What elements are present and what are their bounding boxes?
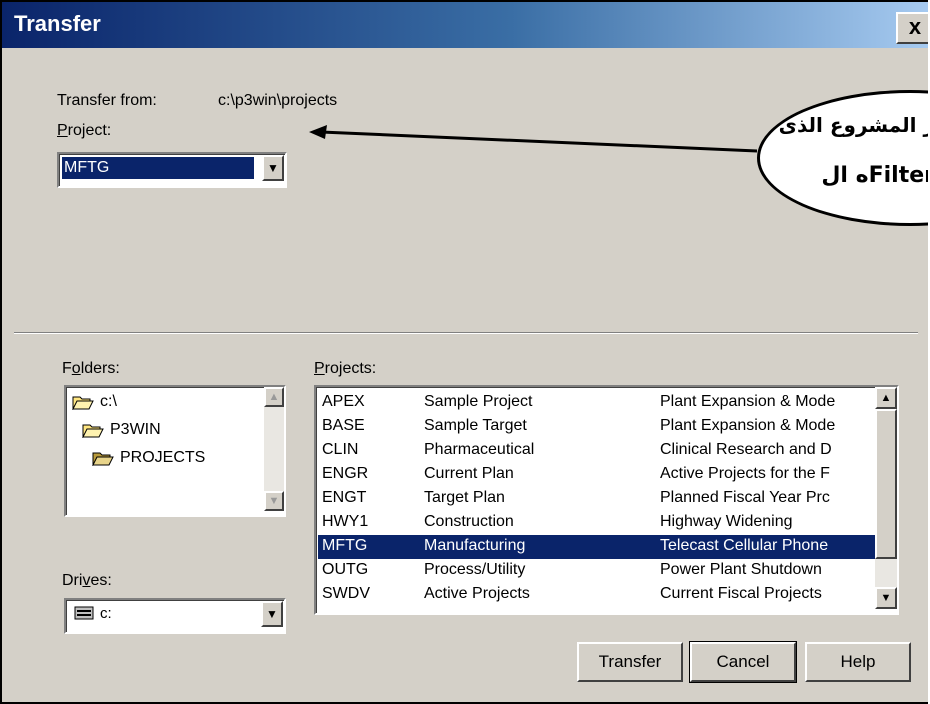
project-label: Project: — [57, 122, 112, 139]
project-row[interactable]: ENGR Current Plan Active Projects for the … — [318, 463, 878, 487]
chevron-up-icon: ▲ — [880, 392, 892, 404]
project-desc: Planned Fiscal Year Prc — [660, 489, 830, 506]
dialog-title: Transfer — [14, 11, 101, 36]
project-selected-value: MFTG — [62, 157, 254, 179]
folder-item[interactable]: P3WIN — [82, 421, 161, 439]
project-code: BASE — [322, 417, 365, 434]
project-code: APEX — [322, 393, 365, 410]
project-row[interactable]: HWY1 Construction Highway Widening — [318, 511, 878, 535]
scroll-up-button[interactable]: ▲ — [875, 387, 897, 409]
chevron-down-icon: ▼ — [268, 495, 280, 507]
project-code: SWDV — [322, 585, 370, 602]
separator — [14, 332, 918, 334]
help-button[interactable]: Help — [805, 642, 911, 682]
annotation-callout: ر المشروع الذى ه الFilter — [757, 90, 928, 226]
project-name: Current Plan — [424, 465, 514, 482]
project-code: ENGR — [322, 465, 369, 482]
chevron-down-icon: ▼ — [880, 592, 892, 604]
folders-label: Folders: — [62, 360, 120, 377]
project-name: Active Projects — [424, 585, 530, 602]
open-folder-icon — [92, 452, 114, 466]
project-row[interactable]: OUTG Process/Utility Power Plant Shutdown — [318, 559, 878, 583]
scroll-down-button[interactable]: ▼ — [875, 587, 897, 609]
projects-label: Projects: — [314, 360, 377, 377]
project-desc: Current Fiscal Projects — [660, 585, 822, 602]
close-button[interactable]: x — [896, 12, 928, 44]
project-code: HWY1 — [322, 513, 369, 530]
project-row[interactable]: MFTG Manufacturing Telecast Cellular Phone — [318, 535, 878, 559]
open-folder-icon — [82, 424, 104, 438]
callout-line-2: ه الFilter — [821, 163, 928, 188]
drive-selected-value: c: — [100, 605, 112, 622]
project-desc: Clinical Research and D — [660, 441, 832, 458]
project-code: CLIN — [322, 441, 359, 458]
projects-scrollbar[interactable]: ▲ ▼ — [875, 387, 897, 609]
drive-icon — [74, 606, 94, 625]
drives-combobox[interactable]: c: ▼ — [64, 598, 286, 634]
project-row[interactable]: APEX Sample Project Plant Expansion & Mode — [318, 391, 878, 415]
drives-dropdown-button[interactable]: ▼ — [261, 601, 283, 627]
project-code: MFTG — [322, 537, 368, 554]
project-code: OUTG — [322, 561, 369, 578]
chevron-down-icon: ▼ — [267, 161, 279, 175]
project-name: Process/Utility — [424, 561, 526, 578]
chevron-up-icon: ▲ — [268, 391, 280, 403]
folder-item[interactable]: PROJECTS — [92, 449, 205, 467]
project-row[interactable]: BASE Sample Target Plant Expansion & Mode — [318, 415, 878, 439]
scroll-thumb[interactable] — [875, 409, 897, 559]
project-dropdown-button[interactable]: ▼ — [262, 155, 284, 181]
project-name: Sample Target — [424, 417, 527, 434]
title-bar[interactable]: Transfer x — [2, 2, 928, 48]
project-row[interactable]: SWDV Active Projects Current Fiscal Projec… — [318, 583, 878, 607]
project-desc: Highway Widening — [660, 513, 793, 530]
callout-line-1: ر المشروع الذى — [778, 113, 928, 137]
project-combobox[interactable]: MFTG ▼ — [57, 152, 287, 188]
project-name: Pharmaceutical — [424, 441, 535, 458]
folders-list[interactable]: c:\ P3WIN PROJECTS ▲ ▼ — [64, 385, 286, 517]
project-name: Sample Project — [424, 393, 533, 410]
projects-list[interactable]: APEX Sample Project Plant Expansion & Mode… — [314, 385, 899, 615]
transfer-dialog: Transfer x Transfer from: c:\p3win\proje… — [0, 0, 928, 704]
project-desc: Plant Expansion & Mode — [660, 393, 836, 410]
project-desc: Active Projects for the F — [660, 465, 830, 482]
annotation-arrow — [309, 125, 758, 153]
transfer-from-label: Transfer from: — [57, 92, 157, 109]
project-desc: Plant Expansion & Mode — [660, 417, 836, 434]
cancel-button[interactable]: Cancel — [689, 641, 797, 683]
project-name: Target Plan — [424, 489, 505, 506]
scroll-down-button[interactable]: ▼ — [264, 491, 284, 511]
folder-item[interactable]: c:\ — [72, 393, 117, 411]
project-code: ENGT — [322, 489, 367, 506]
chevron-down-icon: ▼ — [266, 607, 278, 621]
project-name: Manufacturing — [424, 537, 526, 554]
project-name: Construction — [424, 513, 514, 530]
scroll-up-button[interactable]: ▲ — [264, 387, 284, 407]
project-row[interactable]: CLIN Pharmaceutical Clinical Research and … — [318, 439, 878, 463]
drives-label: Drives: — [62, 572, 112, 589]
open-folder-icon — [72, 396, 94, 410]
project-row[interactable]: ENGT Target Plan Planned Fiscal Year Prc — [318, 487, 878, 511]
transfer-button[interactable]: Transfer — [577, 642, 683, 682]
transfer-from-path: c:\p3win\projects — [218, 92, 338, 109]
project-desc: Power Plant Shutdown — [660, 561, 822, 578]
project-desc: Telecast Cellular Phone — [660, 537, 829, 554]
folders-scrollbar[interactable]: ▲ ▼ — [264, 387, 284, 511]
